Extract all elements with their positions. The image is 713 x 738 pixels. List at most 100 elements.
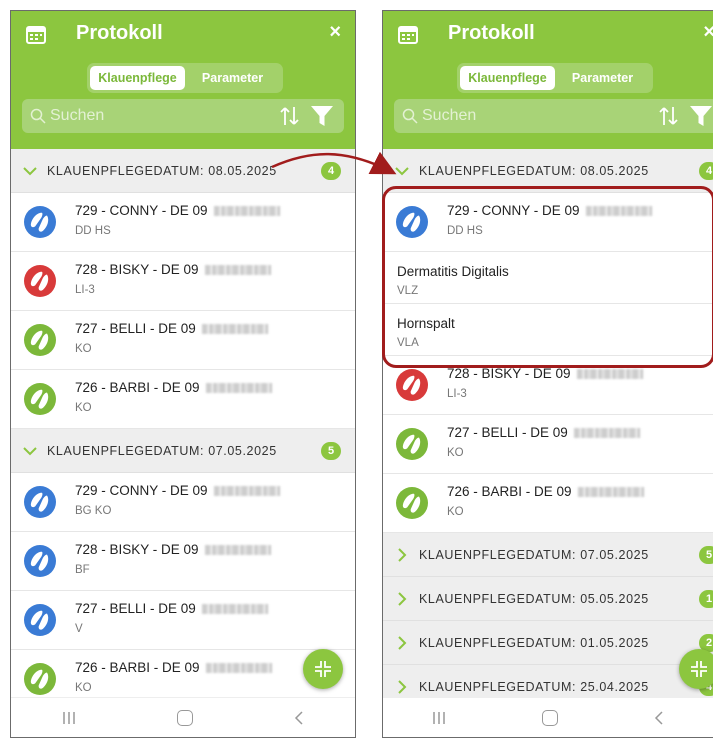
close-icon[interactable]: × (703, 21, 713, 44)
group-header[interactable]: KLAUENPFLEGEDATUM: 05.05.2025 1 (383, 577, 713, 621)
group-title: KLAUENPFLEGEDATUM: 08.05.2025 (47, 163, 277, 178)
tab-parameter[interactable]: Parameter (185, 66, 280, 90)
back-icon[interactable] (653, 710, 665, 725)
list-item[interactable]: 726 - BARBI - DE 09 KO (383, 474, 713, 533)
filter-icon[interactable] (310, 104, 334, 128)
recent-apps-icon[interactable] (61, 711, 77, 725)
page-title: Protokoll (448, 22, 535, 44)
group-title: KLAUENPFLEGEDATUM: 07.05.2025 (419, 547, 649, 562)
chevron-right-icon (398, 547, 407, 562)
diagnosis-location: VLZ (397, 285, 419, 297)
back-icon[interactable] (293, 710, 305, 725)
sort-icon[interactable] (657, 105, 681, 127)
group-header[interactable]: KLAUENPFLEGEDATUM: 07.05.2025 5 (11, 429, 355, 473)
hoof-icon (24, 663, 56, 695)
phone-screen-detail: Protokoll × Klauenpflege Parameter Suche… (382, 10, 713, 738)
list-item[interactable]: 728 - BISKY - DE 09 BF (11, 532, 355, 591)
animal-name: 729 - CONNY - DE 09 (75, 483, 280, 498)
filter-icon[interactable] (689, 104, 713, 128)
redacted-id (213, 206, 280, 217)
redacted-id (201, 324, 268, 335)
animal-name: 727 - BELLI - DE 09 (75, 601, 268, 616)
close-icon[interactable]: × (329, 21, 341, 44)
tab-klauenpflege[interactable]: Klauenpflege (460, 66, 555, 90)
tab-switcher: Klauenpflege Parameter (87, 63, 283, 93)
sort-icon[interactable] (278, 105, 302, 127)
collapse-all-button[interactable] (679, 649, 713, 689)
chevron-right-icon (398, 679, 407, 694)
app-header: Protokoll × Klauenpflege Parameter Suche… (383, 11, 713, 149)
collapse-icon (315, 661, 331, 677)
count-badge: 4 (699, 162, 713, 180)
group-header[interactable]: KLAUENPFLEGEDATUM: 08.05.2025 4 (383, 149, 713, 193)
search-input[interactable]: Suchen (50, 107, 278, 125)
diagnosis-codes: KO (75, 343, 92, 355)
calendar-icon[interactable] (398, 24, 418, 44)
home-icon[interactable] (177, 709, 193, 726)
hoof-icon (24, 604, 56, 636)
animal-name: 729 - CONNY - DE 09 (75, 203, 280, 218)
list-item[interactable]: 726 - BARBI - DE 09 KO (11, 370, 355, 429)
redacted-id (573, 428, 640, 439)
search-bar[interactable]: Suchen (22, 99, 344, 133)
group-title: KLAUENPFLEGEDATUM: 01.05.2025 (419, 635, 649, 650)
group-header[interactable]: KLAUENPFLEGEDATUM: 08.05.2025 4 (11, 149, 355, 193)
list-item[interactable]: 729 - CONNY - DE 09 BG KO (11, 473, 355, 532)
group-header[interactable]: KLAUENPFLEGEDATUM: 01.05.2025 2 (383, 621, 713, 665)
list-item[interactable]: 727 - BELLI - DE 09 V (11, 591, 355, 650)
diagnosis-codes: BF (75, 564, 90, 576)
hoof-icon (396, 206, 428, 238)
redacted-id (585, 206, 652, 217)
group-title: KLAUENPFLEGEDATUM: 08.05.2025 (419, 163, 649, 178)
group-title: KLAUENPFLEGEDATUM: 05.05.2025 (419, 591, 649, 606)
list-item[interactable]: 729 - CONNY - DE 09 DD HS (11, 193, 355, 252)
animal-list: 729 - CONNY - DE 09 DD HS 728 - BISKY - DE… (11, 193, 355, 429)
animal-name: 729 - CONNY - DE 09 (447, 203, 652, 218)
group-header[interactable]: KLAUENPFLEGEDATUM: 07.05.2025 5 (383, 533, 713, 577)
chevron-down-icon (23, 446, 37, 455)
group-list: KLAUENPFLEGEDATUM: 07.05.2025 5 KLAUENPFLE… (383, 533, 713, 709)
list-item[interactable]: 727 - BELLI - DE 09 KO (383, 415, 713, 474)
hoof-icon (24, 486, 56, 518)
app-header: Protokoll × Klauenpflege Parameter Suche… (11, 11, 355, 149)
tab-klauenpflege[interactable]: Klauenpflege (90, 66, 185, 90)
tab-switcher: Klauenpflege Parameter (457, 63, 653, 93)
list-item[interactable]: 727 - BELLI - DE 09 KO (11, 311, 355, 370)
list-item[interactable]: 728 - BISKY - DE 09 LI-3 (383, 356, 713, 415)
tab-parameter[interactable]: Parameter (555, 66, 650, 90)
hoof-icon (24, 265, 56, 297)
list-item[interactable]: 728 - BISKY - DE 09 LI-3 (11, 252, 355, 311)
list-item-expanded[interactable]: 729 - CONNY - DE 09 DD HS (383, 193, 713, 252)
search-input[interactable]: Suchen (422, 107, 657, 125)
calendar-icon[interactable] (26, 24, 46, 44)
recent-apps-icon[interactable] (431, 711, 447, 725)
diagnosis-title: Hornspalt (397, 316, 455, 331)
redacted-id (213, 486, 280, 497)
diagnosis-detail: Hornspalt VLA (383, 304, 713, 356)
redacted-id (576, 369, 643, 380)
diagnosis-detail: Dermatitis Digitalis VLZ (383, 252, 713, 304)
search-bar[interactable]: Suchen (394, 99, 713, 133)
chevron-down-icon (23, 166, 37, 175)
chevron-right-icon (398, 635, 407, 650)
collapse-all-button[interactable] (303, 649, 343, 689)
count-badge: 5 (321, 442, 341, 460)
home-icon[interactable] (541, 709, 558, 726)
animal-name: 728 - BISKY - DE 09 (75, 262, 271, 277)
diagnosis-codes: KO (75, 402, 92, 414)
redacted-id (204, 265, 271, 276)
count-badge: 4 (321, 162, 341, 180)
group-title: KLAUENPFLEGEDATUM: 25.04.2025 (419, 679, 649, 694)
diagnosis-codes: DD HS (75, 225, 111, 237)
redacted-id (204, 545, 271, 556)
diagnosis-codes: KO (447, 447, 464, 459)
diagnosis-codes: LI-3 (75, 284, 95, 296)
diagnosis-codes: V (75, 623, 83, 635)
diagnosis-title: Dermatitis Digitalis (397, 264, 509, 279)
hoof-icon (24, 545, 56, 577)
diagnosis-codes: LI-3 (447, 388, 467, 400)
collapse-icon (691, 661, 707, 677)
system-nav-bar (11, 697, 355, 737)
chevron-down-icon (395, 166, 409, 175)
hoof-icon (396, 369, 428, 401)
